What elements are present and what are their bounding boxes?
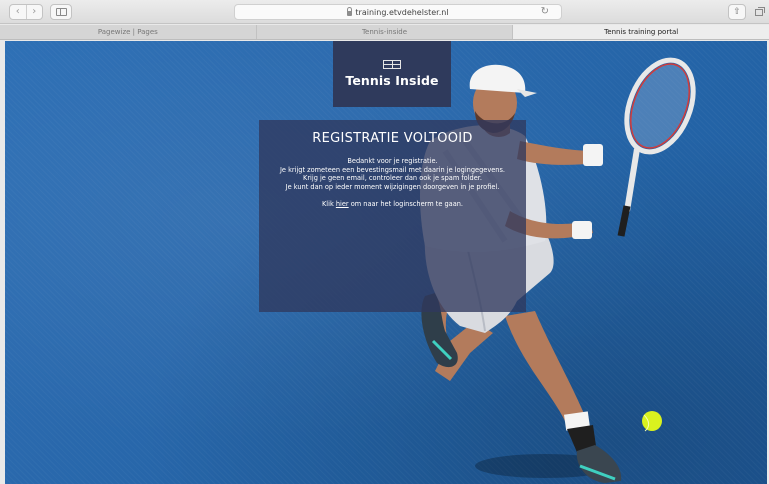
registration-message: Bedankt voor je registratie. Je krijgt z…	[259, 157, 526, 191]
url-text: training.etvdehelster.nl	[355, 7, 449, 17]
tab-bar: Pagewize | Pages Tennis-inside Tennis tr…	[0, 25, 769, 40]
message-line: Bedankt voor je registratie.	[347, 157, 438, 165]
browser-toolbar: ‹ › training.etvdehelster.nl ↻ ⇧	[0, 0, 769, 24]
tab-overview-button[interactable]	[752, 4, 766, 20]
forward-button[interactable]: ›	[25, 5, 43, 19]
registration-title: REGISTRATIE VOLTOOID	[312, 131, 473, 146]
registration-complete-panel: REGISTRATIE VOLTOOID Bedankt voor je reg…	[259, 120, 526, 312]
sidebar-toggle-button[interactable]	[50, 4, 72, 20]
tab-pagewize[interactable]: Pagewize | Pages	[0, 25, 257, 39]
sidebar-icon	[55, 8, 67, 16]
login-link-prefix: Klik	[321, 200, 336, 209]
share-button[interactable]: ⇧	[728, 4, 746, 20]
page-viewport: Tennis Inside REGISTRATIE VOLTOOID Bedan…	[5, 41, 767, 484]
message-line: Je krijgt zometeen een bevestingsmail me…	[279, 165, 506, 174]
message-line: Krijg je geen email, controleer dan ook …	[303, 174, 482, 183]
login-link-suffix: om naar het loginscherm te gaan.	[348, 200, 464, 209]
message-line: Je kunt dan op ieder moment wijzigingen …	[285, 182, 500, 191]
nav-button-group: ‹ ›	[9, 4, 43, 20]
logo-text: Tennis Inside	[345, 73, 439, 88]
tennis-court-icon	[383, 60, 401, 69]
share-icon: ⇧	[733, 7, 741, 17]
tab-tennis-training-portal[interactable]: Tennis training portal	[513, 25, 769, 39]
login-link[interactable]: hier	[336, 200, 349, 208]
back-button[interactable]: ‹	[10, 5, 26, 19]
chevron-right-icon: ›	[32, 6, 37, 17]
tabs-icon	[755, 6, 765, 16]
tab-tennis-inside[interactable]: Tennis-inside	[257, 25, 514, 39]
address-bar[interactable]: training.etvdehelster.nl ↻	[234, 4, 562, 20]
tennis-inside-logo[interactable]: Tennis Inside	[333, 41, 451, 107]
chevron-left-icon: ‹	[15, 6, 20, 17]
lock-icon	[347, 6, 353, 16]
reload-icon[interactable]: ↻	[541, 6, 549, 17]
login-link-line: Klik hier om naar het loginscherm te gaa…	[259, 200, 526, 208]
